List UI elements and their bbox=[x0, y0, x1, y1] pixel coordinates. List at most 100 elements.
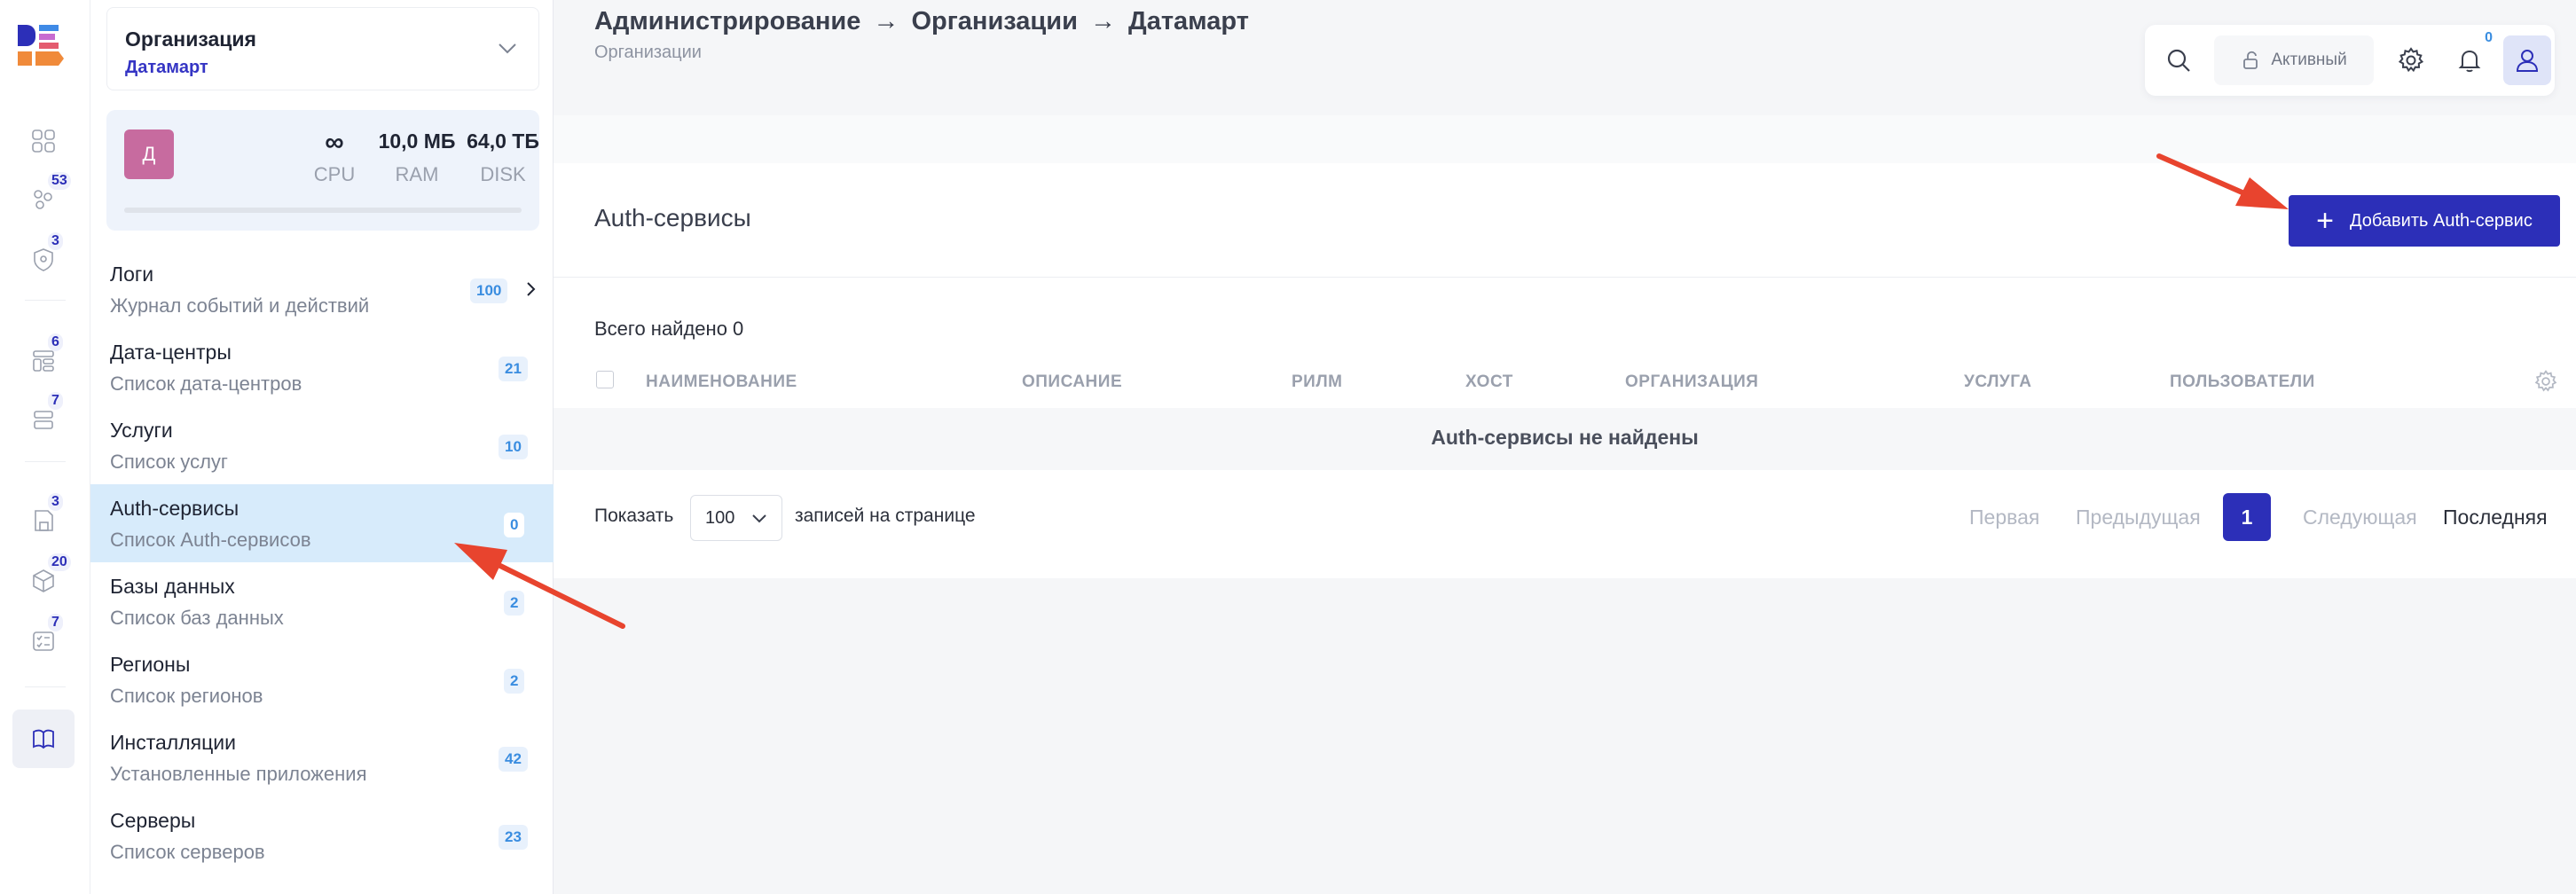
nav-item-subtitle: Список услуг bbox=[110, 451, 228, 473]
nav-item-title: Инсталляции bbox=[110, 731, 236, 754]
pagination-current-page[interactable]: 1 bbox=[2223, 493, 2271, 541]
settings-button[interactable] bbox=[2386, 35, 2436, 85]
chevron-down-icon bbox=[499, 43, 516, 54]
notifications-count: 0 bbox=[2485, 30, 2493, 45]
rail-badge: 3 bbox=[48, 493, 63, 511]
icon-rail: 53 3 6 7 3 20 7 bbox=[0, 0, 90, 894]
per-page-select[interactable]: 100 bbox=[690, 495, 782, 541]
quota-disk-label: DISK bbox=[480, 163, 526, 185]
select-all-checkbox[interactable] bbox=[596, 371, 614, 388]
nav-item-installations[interactable]: Инсталляции Установленные приложения 42 bbox=[90, 718, 554, 796]
rail-divider bbox=[25, 300, 66, 301]
user-menu-button[interactable] bbox=[2503, 35, 2551, 85]
nav-item-subtitle: Список серверов bbox=[110, 841, 265, 863]
nav-item-count: 42 bbox=[499, 747, 528, 772]
nav-item-servers[interactable]: Серверы Список серверов 23 bbox=[90, 796, 554, 874]
rail-badge: 7 bbox=[48, 614, 63, 631]
quota-ram-value: 10,0 МБ bbox=[378, 129, 456, 153]
rail-dashboard-icon[interactable] bbox=[21, 119, 66, 163]
top-toolbar: Активный 0 bbox=[2145, 25, 2555, 96]
nav-item-count: 2 bbox=[504, 669, 525, 694]
unlock-icon bbox=[2243, 51, 2258, 69]
per-page-suffix: записей на странице bbox=[795, 506, 976, 526]
column-header-service[interactable]: УСЛУГА bbox=[1964, 372, 2032, 392]
chevron-right-icon bbox=[527, 282, 536, 296]
breadcrumb-separator: → bbox=[1089, 7, 1116, 35]
pagination-next[interactable]: Следующая bbox=[2303, 506, 2417, 529]
nav-item-title: Auth-сервисы bbox=[110, 497, 240, 520]
nav-item-subtitle: Список регионов bbox=[110, 685, 263, 707]
quota-progress-bar bbox=[124, 208, 522, 213]
organization-label: Организация bbox=[125, 27, 256, 51]
quota-ram: 10,0 МБ RAM bbox=[364, 129, 470, 186]
sidebar: Организация Датамарт Д ∞ CPU 10,0 МБ RAM… bbox=[90, 0, 554, 894]
rail-book-icon[interactable] bbox=[12, 710, 75, 768]
rail-divider bbox=[25, 461, 66, 462]
empty-table-row: Auth-сервисы не найдены bbox=[554, 408, 2576, 470]
rail-groups-icon[interactable]: 53 bbox=[21, 172, 71, 222]
column-header-name[interactable]: НАИМЕНОВАНИЕ bbox=[646, 372, 797, 392]
nav-item-subtitle: Список дата-центров bbox=[110, 372, 302, 395]
notifications-button[interactable]: 0 bbox=[2445, 30, 2494, 85]
column-header-organization[interactable]: ОРГАНИЗАЦИЯ bbox=[1625, 372, 1758, 392]
table-header: НАИМЕНОВАНИЕ ОПИСАНИЕ РИЛМ ХОСТ ОРГАНИЗА… bbox=[554, 364, 2576, 399]
nav-item-subtitle: Список баз данных bbox=[110, 607, 284, 629]
rail-panels-icon[interactable]: 7 bbox=[21, 392, 66, 442]
breadcrumb-subtitle[interactable]: Организации bbox=[594, 43, 702, 63]
nav-item-datacenters[interactable]: Дата-центры Список дата-центров 21 bbox=[90, 328, 554, 406]
rail-storage-icon[interactable]: 3 bbox=[21, 493, 66, 543]
quota-disk-value: 64,0 ТБ bbox=[467, 129, 539, 153]
add-auth-service-button[interactable]: + Добавить Auth-сервис bbox=[2289, 195, 2560, 247]
chevron-down-icon bbox=[752, 514, 766, 523]
nav-item-title: Серверы bbox=[110, 809, 196, 832]
plus-icon: + bbox=[2316, 204, 2335, 238]
column-header-host[interactable]: ХОСТ bbox=[1465, 372, 1513, 392]
organization-selector[interactable]: Организация Датамарт bbox=[106, 7, 539, 90]
rail-security-icon[interactable]: 3 bbox=[21, 232, 66, 282]
column-header-users[interactable]: ПОЛЬЗОВАТЕЛИ bbox=[2170, 372, 2315, 392]
column-header-description[interactable]: ОПИСАНИЕ bbox=[1022, 372, 1122, 392]
panel-top-strip bbox=[554, 115, 2576, 163]
breadcrumb-separator: → bbox=[873, 7, 899, 35]
rail-badge: 20 bbox=[48, 553, 71, 571]
pagination-last[interactable]: Последняя bbox=[2443, 506, 2548, 529]
column-settings-gear-icon[interactable] bbox=[2533, 369, 2558, 394]
breadcrumb-item[interactable]: Администрирование bbox=[594, 7, 860, 35]
nav-item-title: Регионы bbox=[110, 653, 191, 676]
divider bbox=[554, 277, 2576, 278]
rail-table-icon[interactable]: 6 bbox=[21, 333, 66, 383]
search-button[interactable] bbox=[2154, 35, 2203, 85]
breadcrumb-item[interactable]: Организации bbox=[911, 7, 1077, 35]
organization-name: Датамарт bbox=[125, 58, 208, 77]
status-button[interactable]: Активный bbox=[2214, 35, 2374, 85]
nav-item-services[interactable]: Услуги Список услуг 10 bbox=[90, 406, 554, 484]
nav-item-subtitle: Журнал событий и действий bbox=[110, 294, 370, 317]
quota-ram-label: RAM bbox=[395, 163, 439, 185]
nav-item-title: Логи bbox=[110, 263, 154, 286]
rail-badge: 3 bbox=[48, 232, 63, 250]
pagination-first[interactable]: Первая bbox=[1969, 506, 2039, 529]
breadcrumb: Администрирование → Организации → Датама… bbox=[594, 7, 1254, 36]
rail-cube-icon[interactable]: 20 bbox=[21, 553, 71, 603]
breadcrumb-item: Датамарт bbox=[1128, 7, 1249, 35]
nav-item-subtitle: Установленные приложения bbox=[110, 763, 367, 785]
show-label: Показать bbox=[594, 506, 674, 526]
nav-item-count: 23 bbox=[499, 825, 528, 850]
page-title: Auth-сервисы bbox=[594, 204, 751, 231]
rail-divider bbox=[25, 686, 66, 687]
nav-item-title: Базы данных bbox=[110, 575, 235, 598]
empty-state-text: Auth-сервисы не найдены bbox=[1431, 426, 1699, 449]
auth-services-panel: Auth-сервисы + Добавить Auth-сервис Всег… bbox=[554, 163, 2576, 578]
nav-item-title: Услуги bbox=[110, 419, 173, 442]
column-header-realm[interactable]: РИЛМ bbox=[1292, 372, 1343, 392]
nav-item-databases[interactable]: Базы данных Список баз данных 2 bbox=[90, 562, 554, 640]
bell-icon bbox=[2458, 50, 2481, 73]
nav-item-logs[interactable]: Логи Журнал событий и действий 100 bbox=[90, 250, 554, 328]
rail-checklist-icon[interactable]: 7 bbox=[21, 614, 66, 663]
nav-item-auth-services[interactable]: Auth-сервисы Список Auth-сервисов 0 bbox=[90, 484, 554, 562]
pagination-previous[interactable]: Предыдущая bbox=[2076, 506, 2201, 529]
nav-item-count: 0 bbox=[504, 513, 525, 537]
add-auth-service-label: Добавить Auth-сервис bbox=[2350, 210, 2533, 231]
user-icon bbox=[2516, 50, 2539, 72]
nav-item-regions[interactable]: Регионы Список регионов 2 bbox=[90, 640, 554, 718]
